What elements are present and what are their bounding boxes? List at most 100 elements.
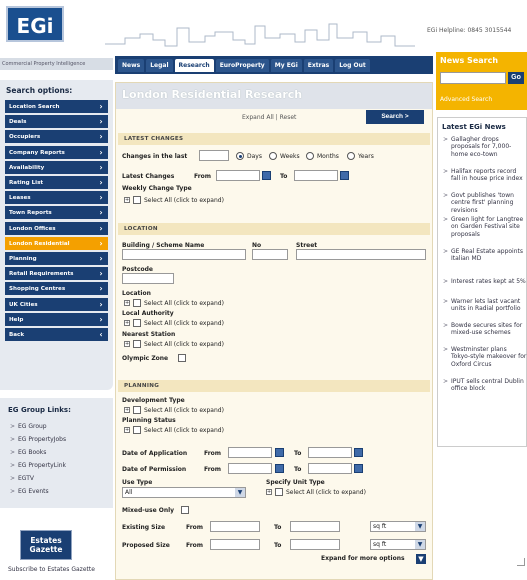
existing-size-from-input[interactable] bbox=[210, 521, 260, 532]
building-scheme-input[interactable] bbox=[122, 249, 246, 260]
location-checkbox[interactable] bbox=[133, 299, 141, 307]
permission-to-input[interactable] bbox=[308, 463, 352, 474]
no-input[interactable] bbox=[252, 249, 288, 260]
tab-my-egi[interactable]: My EGi bbox=[270, 58, 302, 72]
advanced-search-link[interactable]: Advanced Search bbox=[440, 96, 492, 103]
sidebar-item-leases[interactable]: Leases › bbox=[5, 191, 108, 206]
expand-plus-icon[interactable]: + bbox=[124, 341, 130, 347]
tab-log-out[interactable]: Log Out bbox=[335, 58, 370, 72]
group-link-eg-events[interactable]: EG Events bbox=[18, 488, 49, 495]
development-type-checkbox[interactable] bbox=[133, 406, 141, 414]
olympic-zone-checkbox[interactable] bbox=[178, 354, 186, 362]
sidebar-item-london-offices[interactable]: London Offices › bbox=[5, 221, 108, 236]
local-authority-checkbox[interactable] bbox=[133, 319, 141, 327]
expand-plus-icon[interactable]: + bbox=[124, 407, 130, 413]
sidebar-item-retail-requirements[interactable]: Retail Requirements › bbox=[5, 267, 108, 282]
news-item[interactable]: Warner lets last vacant units in Radial … bbox=[451, 298, 527, 313]
calendar-icon[interactable] bbox=[354, 448, 363, 457]
expand-plus-icon[interactable]: + bbox=[124, 197, 130, 203]
proposed-size-to-input[interactable] bbox=[290, 539, 340, 550]
sidebar-item-london-residential[interactable]: London Residential › bbox=[5, 236, 108, 251]
sidebar-item-shopping-centres[interactable]: Shopping Centres › bbox=[5, 282, 108, 297]
application-to-input[interactable] bbox=[308, 447, 352, 458]
sidebar-item-occupiers[interactable]: Occupiers › bbox=[5, 130, 108, 145]
nearest-station-checkbox[interactable] bbox=[133, 340, 141, 348]
radio-months[interactable] bbox=[306, 152, 314, 160]
group-link-eg-group[interactable]: EG Group bbox=[18, 423, 47, 430]
news-item[interactable]: Interest rates kept at 5% bbox=[451, 278, 527, 285]
proposed-size-from-input[interactable] bbox=[210, 539, 260, 550]
latest-changes-from-input[interactable] bbox=[216, 170, 260, 181]
chevron-right-icon: > bbox=[443, 168, 449, 175]
news-item[interactable]: GE Real Estate appoints Italian MD bbox=[451, 248, 527, 263]
group-link-eg-books[interactable]: EG Books bbox=[18, 449, 46, 456]
chevron-right-icon: > bbox=[443, 278, 449, 285]
proposed-size-unit-select[interactable]: sq ft ▼ bbox=[370, 539, 426, 550]
news-item[interactable]: Govt publishes 'town centre first' plann… bbox=[451, 192, 527, 214]
calendar-icon[interactable] bbox=[354, 464, 363, 473]
sidebar-item-company-reports[interactable]: Company Reports › bbox=[5, 145, 108, 160]
radio-weeks[interactable] bbox=[269, 152, 277, 160]
sidebar-item-planning[interactable]: Planning › bbox=[5, 252, 108, 266]
latest-changes-to-input[interactable] bbox=[294, 170, 338, 181]
tab-extras[interactable]: Extras bbox=[303, 58, 334, 72]
sidebar-item-help[interactable]: Help › bbox=[5, 312, 108, 327]
expand-plus-icon[interactable]: + bbox=[124, 320, 130, 326]
tab-legal[interactable]: Legal bbox=[146, 58, 173, 72]
mixed-use-only-checkbox[interactable] bbox=[181, 506, 189, 514]
expand-more-options-link[interactable]: Expand for more options bbox=[321, 555, 405, 562]
sidebar-item-label: Shopping Centres bbox=[9, 286, 66, 293]
expand-plus-icon[interactable]: + bbox=[266, 489, 272, 495]
egi-logo[interactable]: EGi bbox=[6, 6, 64, 42]
application-from-input[interactable] bbox=[228, 447, 272, 458]
changes-in-last-input[interactable] bbox=[199, 150, 229, 161]
news-item[interactable]: Green light for Langtree on Garden Festi… bbox=[451, 216, 527, 238]
expand-all-reset[interactable]: Expand All | Reset bbox=[242, 114, 296, 121]
sidebar-item-town-reports[interactable]: Town Reports › bbox=[5, 206, 108, 221]
radio-days[interactable] bbox=[236, 152, 244, 160]
expand-plus-icon[interactable]: + bbox=[124, 300, 130, 306]
sidebar-item-availability[interactable]: Availability › bbox=[5, 160, 108, 175]
unit-type-checkbox[interactable] bbox=[275, 488, 283, 496]
postcode-label: Postcode bbox=[122, 266, 154, 273]
tab-news[interactable]: News bbox=[118, 58, 145, 72]
chevron-down-icon[interactable]: ▼ bbox=[416, 554, 426, 564]
calendar-icon[interactable] bbox=[275, 448, 284, 457]
sidebar-item-back[interactable]: Back ‹ bbox=[5, 328, 108, 342]
use-type-label: Use Type bbox=[122, 479, 153, 486]
permission-from-input[interactable] bbox=[228, 463, 272, 474]
existing-size-unit-select[interactable]: sq ft ▼ bbox=[370, 521, 426, 532]
calendar-icon[interactable] bbox=[262, 171, 271, 180]
sidebar-item-label: Retail Requirements bbox=[9, 271, 74, 278]
postcode-input[interactable] bbox=[122, 273, 174, 284]
sidebar-item-uk-cities[interactable]: UK Cities › bbox=[5, 297, 108, 312]
subscribe-link[interactable]: Subscribe to Estates Gazette bbox=[8, 566, 95, 573]
weekly-change-type-checkbox[interactable] bbox=[133, 196, 141, 204]
expand-plus-icon[interactable]: + bbox=[124, 427, 130, 433]
planning-status-checkbox[interactable] bbox=[133, 426, 141, 434]
chevron-right-icon: > bbox=[10, 449, 16, 456]
street-input[interactable] bbox=[296, 249, 426, 260]
tab-europroperty[interactable]: EuroProperty bbox=[215, 58, 269, 72]
estates-gazette-logo[interactable]: Estates Gazette bbox=[20, 530, 72, 560]
news-item[interactable]: Halifax reports record fall in house pri… bbox=[451, 168, 527, 183]
go-button[interactable]: Go bbox=[508, 72, 524, 84]
group-link-eg-propertyjobs[interactable]: EG PropertyJobs bbox=[18, 436, 66, 443]
calendar-icon[interactable] bbox=[275, 464, 284, 473]
use-type-select[interactable]: All ▼ bbox=[122, 487, 246, 498]
news-search-input[interactable] bbox=[440, 72, 506, 84]
radio-years[interactable] bbox=[347, 152, 355, 160]
news-item[interactable]: Bowde secures sites for mixed-use scheme… bbox=[451, 322, 527, 337]
search-button[interactable]: Search > bbox=[366, 110, 424, 124]
sidebar-item-location-search[interactable]: Location Search › bbox=[5, 100, 108, 114]
group-link-eg-propertylink[interactable]: EG PropertyLink bbox=[18, 462, 66, 469]
news-item[interactable]: Westminster plans Tokyo-style makeover f… bbox=[451, 346, 527, 368]
sidebar-item-rating-list[interactable]: Rating List › bbox=[5, 176, 108, 190]
tab-research[interactable]: Research bbox=[174, 58, 214, 72]
existing-size-to-input[interactable] bbox=[290, 521, 340, 532]
calendar-icon[interactable] bbox=[340, 171, 349, 180]
sidebar-item-deals[interactable]: Deals › bbox=[5, 115, 108, 130]
news-item[interactable]: Gallagher drops proposals for 7,000-home… bbox=[451, 136, 527, 158]
news-item[interactable]: IPUT sells central Dublin office block bbox=[451, 378, 527, 393]
group-link-egtv[interactable]: EGTV bbox=[18, 475, 34, 482]
